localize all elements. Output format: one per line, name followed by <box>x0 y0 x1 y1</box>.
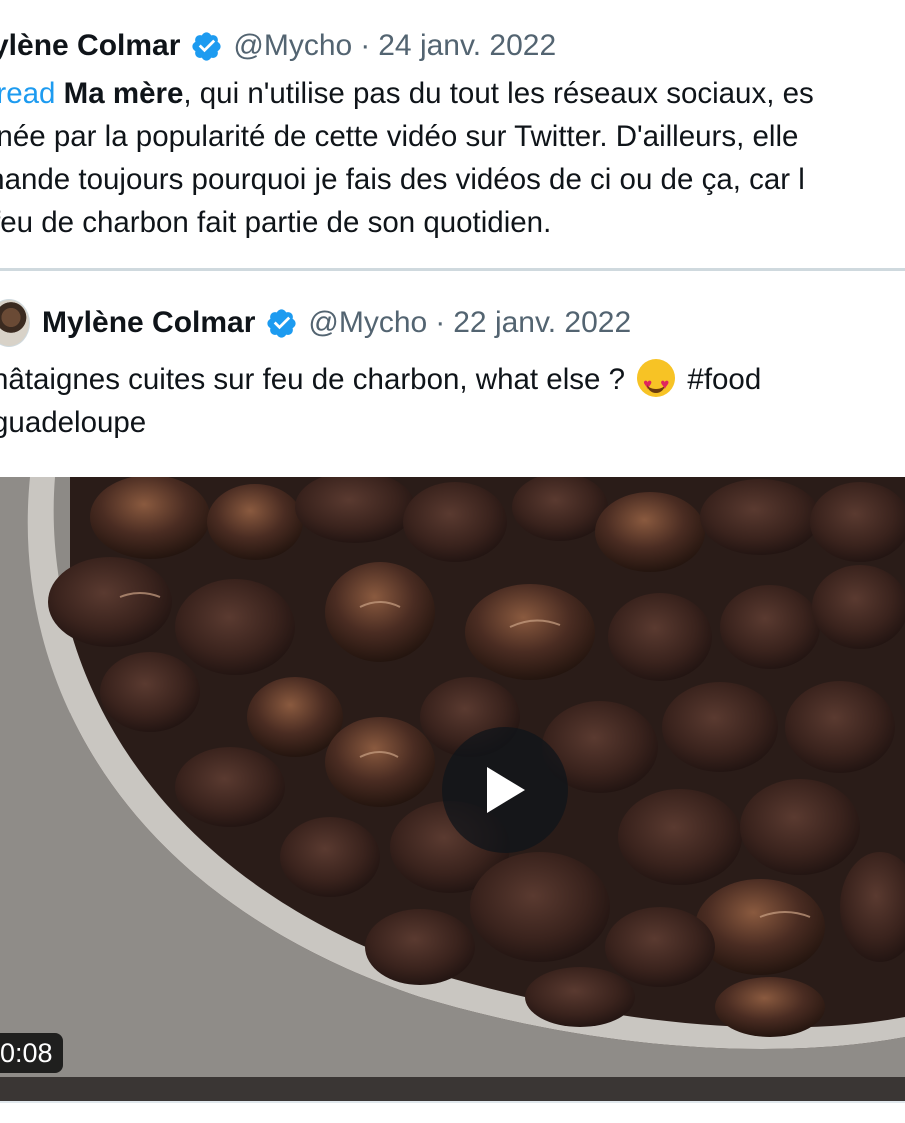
divider <box>0 1101 905 1103</box>
hashtag-food[interactable]: #food <box>687 363 761 396</box>
thread-link[interactable]: hread <box>0 77 55 110</box>
hashtag-guadeloupe[interactable]: guadeloupe <box>0 401 905 444</box>
outer-tweet-text: hread Ma mère, qui n'utilise pas du tout… <box>0 72 905 244</box>
bold-text: Ma mère <box>63 77 184 110</box>
tweet-text-line: feu de charbon fait partie de son quotid… <box>0 206 552 239</box>
tweet-text-line: hread Ma mère, qui n'utilise pas du tout… <box>0 72 905 115</box>
verified-badge-icon <box>190 30 223 63</box>
dot-separator: · <box>435 306 446 339</box>
avatar[interactable] <box>0 299 30 347</box>
dot-separator: · <box>360 29 371 62</box>
author-handle[interactable]: @Mycho <box>233 29 352 63</box>
tweet-text-line: mande toujours pourquoi je fais des vidé… <box>0 163 805 196</box>
play-icon <box>487 767 525 813</box>
video-duration-badge: 0:08 <box>0 1033 63 1073</box>
tweet-date[interactable]: 24 janv. 2022 <box>378 29 556 63</box>
author-name[interactable]: Mylène Colmar <box>42 306 255 340</box>
play-button[interactable] <box>442 727 568 853</box>
quoted-tweet-header: Mylène Colmar @Mycho · 22 janv. 2022 <box>0 299 631 347</box>
quoted-tweet-divider <box>0 268 905 271</box>
author-name[interactable]: ylène Colmar <box>0 29 180 63</box>
quoted-tweet-text: hâtaignes cuites sur feu de charbon, wha… <box>0 358 905 444</box>
tweet-text-line: nnée par la popularité de cette vidéo su… <box>0 120 799 153</box>
tweet-date[interactable]: 22 janv. 2022 <box>453 306 631 340</box>
heart-eyes-emoji-icon <box>637 359 676 406</box>
tweet-text-line: hâtaignes cuites sur feu de charbon, wha… <box>0 358 905 406</box>
outer-tweet-header: ylène Colmar @Mycho · 24 janv. 2022 <box>0 26 556 66</box>
author-handle[interactable]: @Mycho <box>308 306 427 340</box>
tweet-text-segment: , qui n'utilise pas du tout les réseaux … <box>183 77 814 110</box>
verified-badge-icon <box>265 307 298 340</box>
